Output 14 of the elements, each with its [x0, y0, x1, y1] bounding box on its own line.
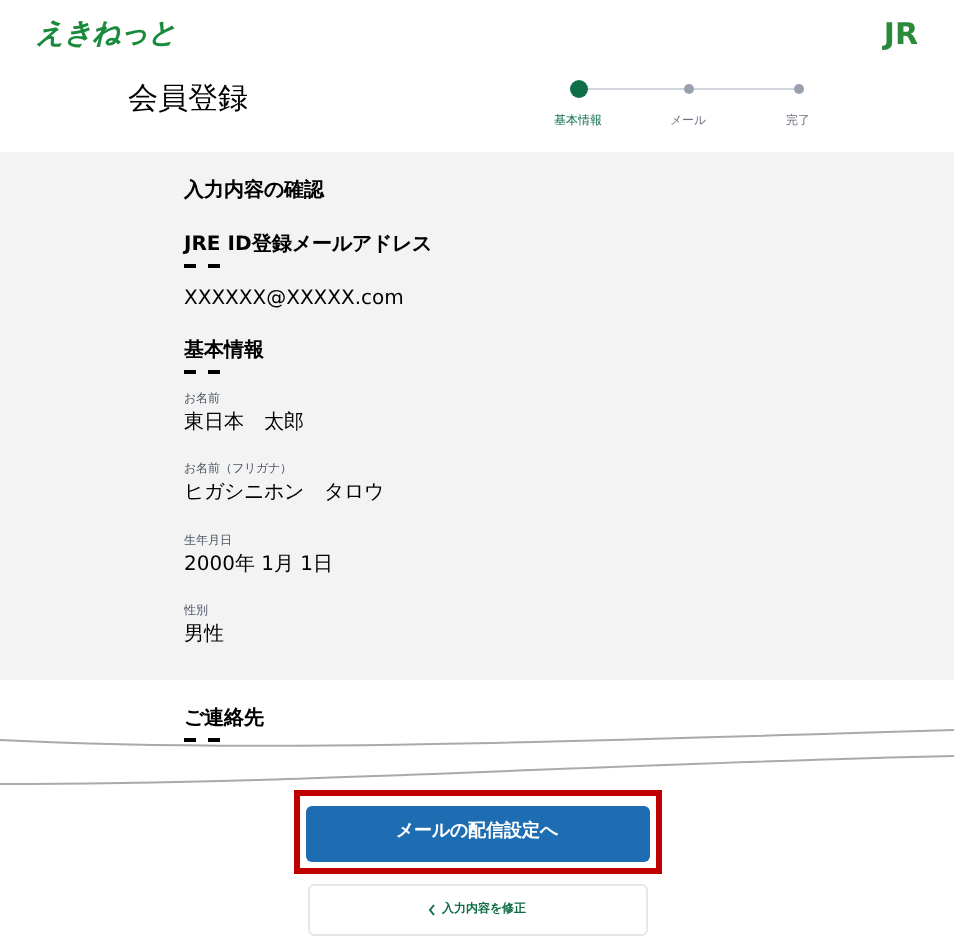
- chevron-left-icon: [428, 903, 436, 916]
- confirm-title: 入力内容の確認: [184, 176, 327, 206]
- page-title: 会員登録: [128, 78, 248, 120]
- field-value: ヒガシニホン タロウ: [184, 482, 386, 507]
- field-value: 2000年 1月 1日: [184, 553, 336, 578]
- section-heading: 基本情報: [184, 340, 266, 365]
- next-button[interactable]: メールの配信設定へ: [305, 805, 649, 862]
- field-value: 男性: [184, 624, 226, 649]
- section-heading: JRE ID登録メールアドレス: [184, 234, 434, 259]
- field-value: XXXXXX@XXXXX.com: [184, 287, 406, 312]
- section-heading: ご連絡先: [184, 708, 266, 733]
- railway-logo: JR: [883, 20, 918, 50]
- site-logo[interactable]: えきねっと: [36, 20, 176, 48]
- field-value: 東日本 太郎: [184, 411, 306, 436]
